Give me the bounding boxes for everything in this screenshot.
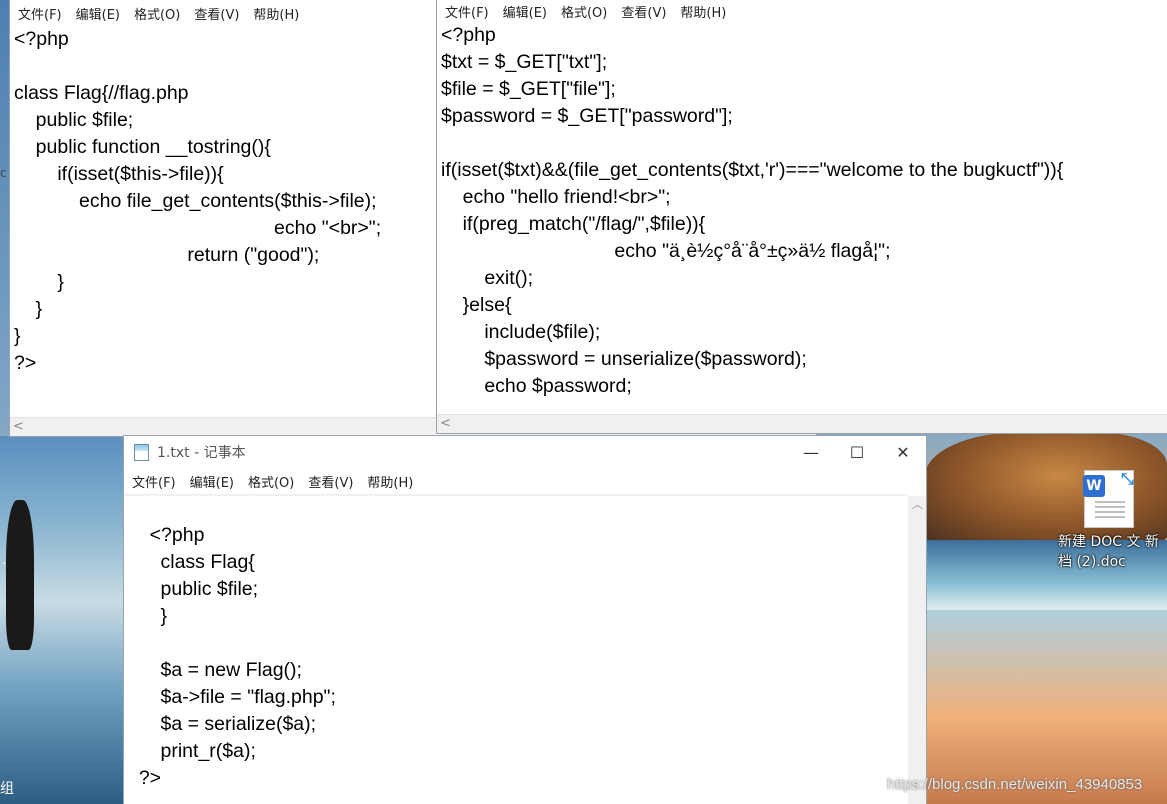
wallpaper-sand <box>925 610 1167 804</box>
share-arrow-icon: ⤡ <box>1121 469 1134 488</box>
maximize-button[interactable]: ☐ <box>834 436 880 468</box>
menu-edit[interactable]: 编辑(E) <box>190 472 234 491</box>
horizontal-scrollbar-right[interactable]: < <box>437 414 1167 433</box>
close-button[interactable]: ✕ <box>880 436 926 468</box>
vertical-scrollbar-1txt[interactable]: ︿ <box>908 496 926 804</box>
wps-doc-icon[interactable]: W ⤡ <box>1083 469 1134 528</box>
scroll-up-icon[interactable]: ︿ <box>912 496 923 512</box>
menu-edit[interactable]: 编辑(E) <box>503 2 547 21</box>
notepad-window-right[interactable]: 文件(F) 编辑(E) 格式(O) 查看(V) 帮助(H) <?php $txt… <box>437 0 1167 433</box>
desktop-label-fragment-2: 组 <box>0 781 14 797</box>
menu-file[interactable]: 文件(F) <box>445 2 489 21</box>
minimize-button[interactable]: — <box>788 436 834 468</box>
menu-view[interactable]: 查看(V) <box>621 2 666 21</box>
titlebar-1txt[interactable]: 1.txt - 记事本 — ☐ ✕ <box>124 436 926 468</box>
wps-w-icon: W <box>1083 475 1105 497</box>
code-editor-1txt[interactable]: <?php class Flag{ public $file; } $a = n… <box>128 522 922 792</box>
doc-icon-label[interactable]: 新建 DOC 文 新 档 (2).doc <box>1058 532 1167 572</box>
menu-help[interactable]: 帮助(H) <box>680 2 726 21</box>
wallpaper-runner <box>6 500 34 650</box>
menu-view[interactable]: 查看(V) <box>308 472 353 491</box>
window-title: 1.txt - 记事本 <box>157 445 246 461</box>
notepad-icon <box>134 443 149 461</box>
code-editor-right[interactable]: <?php $txt = $_GET["txt"]; $file = $_GET… <box>441 22 1163 400</box>
menu-edit[interactable]: 编辑(E) <box>76 4 120 23</box>
menu-format[interactable]: 格式(O) <box>248 472 294 491</box>
scroll-left-icon[interactable]: < <box>13 419 24 434</box>
menu-file[interactable]: 文件(F) <box>132 472 176 491</box>
menu-file[interactable]: 文件(F) <box>18 4 62 23</box>
notepad-window-1txt[interactable]: 1.txt - 记事本 — ☐ ✕ 文件(F) 编辑(E) 格式(O) 查看(V… <box>124 436 926 804</box>
menu-help[interactable]: 帮助(H) <box>367 472 413 491</box>
doc-lines-icon <box>1095 501 1125 519</box>
csdn-watermark: https://blog.csdn.net/weixin_43940853 <box>887 776 1143 793</box>
edge-label: c <box>0 166 7 180</box>
menubar-1txt: 文件(F) 编辑(E) 格式(O) 查看(V) 帮助(H) <box>124 470 926 492</box>
menu-format[interactable]: 格式(O) <box>134 4 180 23</box>
desktop-label-fragment: . <box>2 552 7 568</box>
menu-divider <box>124 494 908 496</box>
menu-view[interactable]: 查看(V) <box>194 4 239 23</box>
menu-help[interactable]: 帮助(H) <box>253 4 299 23</box>
scroll-left-icon[interactable]: < <box>440 416 451 431</box>
menubar-right: 文件(F) 编辑(E) 格式(O) 查看(V) 帮助(H) <box>437 0 1167 22</box>
menu-format[interactable]: 格式(O) <box>561 2 607 21</box>
